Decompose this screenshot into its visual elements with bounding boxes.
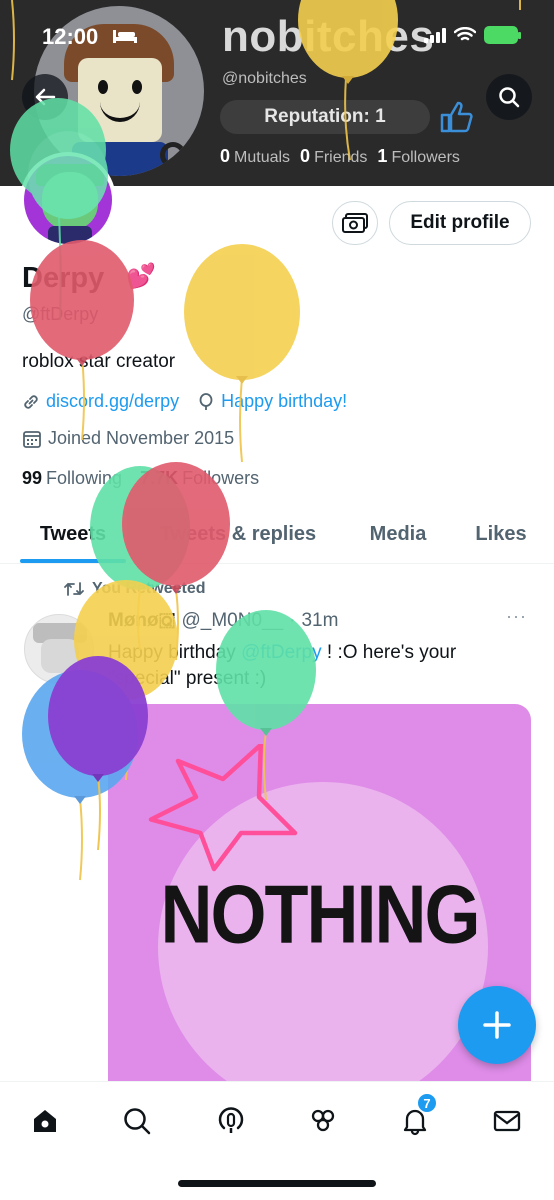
banner-display-name: nobitches	[222, 12, 435, 61]
search-icon	[499, 87, 520, 108]
nav-explore[interactable]	[114, 1098, 160, 1144]
hearts-emoji: 💕	[126, 263, 156, 290]
tweet-header: Mønø🇶 @_M0N0__ · 31m	[108, 610, 338, 632]
followers-count[interactable]: 7.7K Followers	[140, 468, 259, 489]
joined-date: Joined November 2015	[22, 428, 234, 449]
tweet-author-handle[interactable]: @_M0N0__	[181, 610, 283, 632]
reputation-pill: Reputation: 1	[220, 100, 430, 134]
tweet-separator: ·	[289, 610, 296, 631]
communities-icon	[311, 1109, 335, 1132]
home-indicator[interactable]	[178, 1180, 376, 1187]
tweet-text: Happy birthday @ftDerpy ! :O here's your…	[108, 642, 457, 689]
calendar-icon	[23, 430, 41, 448]
cellular-signal-icon	[424, 27, 446, 43]
nav-communities[interactable]	[300, 1098, 346, 1144]
plus-icon	[483, 1011, 511, 1039]
arrow-left-icon	[35, 88, 56, 106]
home-icon	[34, 1110, 56, 1132]
retweet-icon	[64, 582, 84, 596]
nav-spaces[interactable]	[208, 1098, 254, 1144]
tab-likes[interactable]: Likes	[456, 506, 546, 563]
profile-meta-row: discord.gg/derpy Happy birthday!	[22, 391, 347, 412]
money-icon	[342, 213, 368, 233]
banner-handle: @nobitches	[222, 70, 307, 87]
status-indicators	[424, 26, 521, 44]
battery-charging-icon	[484, 26, 521, 44]
banner-stat-followers: 1 Followers	[377, 146, 460, 166]
nav-home[interactable]	[22, 1098, 68, 1144]
microphone-icon	[218, 1107, 244, 1133]
banner-stat-friends: 0 Friends	[300, 146, 368, 166]
nav-messages[interactable]	[484, 1098, 530, 1144]
tweet-mention[interactable]: @ftDerpy	[241, 642, 322, 663]
banner-stat-mutuals: 0 Mutuals	[220, 146, 291, 166]
retweet-indicator: You Retweeted	[64, 580, 206, 598]
edit-profile-button[interactable]: Edit profile	[389, 201, 531, 245]
nav-notifications[interactable]: 7	[392, 1092, 438, 1144]
profile-tabs: Tweets Tweets & replies Media Likes	[0, 506, 554, 564]
compose-tweet-button[interactable]	[458, 986, 536, 1064]
tweet-time[interactable]: 31m	[301, 610, 338, 632]
thumbs-up-icon	[440, 101, 473, 133]
profile-link[interactable]: discord.gg/derpy	[22, 391, 179, 412]
profile-handle: @ftDerpy	[22, 304, 99, 324]
tweet-author-name[interactable]: Mønø🇶	[108, 610, 175, 632]
media-caption: NOTHING	[160, 869, 481, 961]
birthday-item[interactable]: Happy birthday!	[197, 391, 347, 412]
profile-link-text[interactable]: discord.gg/derpy	[46, 391, 179, 412]
back-button[interactable]	[22, 74, 68, 120]
retweet-label: You Retweeted	[92, 580, 206, 597]
notification-badge: 7	[416, 1092, 438, 1114]
banner-stats: 0 Mutuals 0 Friends 1 Followers	[220, 146, 460, 167]
profile-avatar[interactable]	[20, 152, 116, 248]
tab-tweets-replies[interactable]: Tweets & replies	[136, 506, 340, 563]
tweet-author-avatar[interactable]	[24, 614, 94, 684]
link-icon	[24, 394, 38, 409]
birthday-text[interactable]: Happy birthday!	[221, 391, 347, 412]
profile-bio: roblox star creator	[22, 351, 176, 372]
sleep-focus-icon	[113, 30, 137, 43]
joined-text: Joined November 2015	[48, 428, 235, 448]
tip-jar-button[interactable]	[332, 201, 378, 245]
follow-counts: 99 Following 7.7K Followers	[22, 468, 259, 489]
tab-media[interactable]: Media	[346, 506, 450, 563]
following-count[interactable]: 99 Following	[22, 468, 122, 489]
more-options-icon[interactable]: ···	[506, 606, 527, 627]
tab-tweets[interactable]: Tweets	[20, 506, 126, 563]
search-icon	[124, 1108, 151, 1135]
profile-display-name: Derpy	[22, 262, 105, 294]
wifi-icon	[454, 27, 476, 41]
status-time: 12:00	[42, 24, 99, 49]
balloon-icon	[199, 392, 213, 410]
search-button[interactable]	[486, 74, 532, 120]
envelope-icon	[493, 1110, 521, 1132]
